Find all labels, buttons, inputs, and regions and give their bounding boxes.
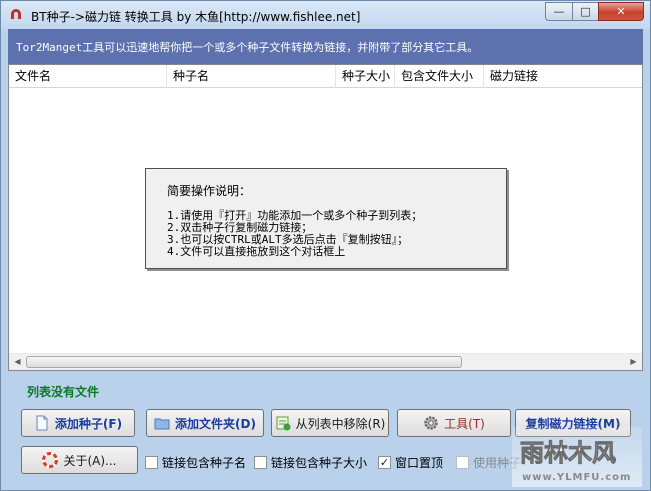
about-button[interactable]: 关于(A)... [21, 446, 138, 474]
add-folder-button[interactable]: 添加文件夹(D) [146, 409, 264, 437]
column-magnet-link[interactable]: 磁力链接 [484, 65, 642, 88]
lifebuoy-icon [42, 452, 59, 468]
svg-text:www.YLMFU.com: www.YLMFU.com [522, 472, 631, 483]
topmost-checkbox[interactable]: ✓ 窗口置顶 [378, 454, 443, 471]
include-size-checkbox[interactable]: 链接包含种子大小 [254, 454, 367, 471]
gear-icon [424, 416, 438, 430]
window-title: BT种子->磁力链 转换工具 by 木鱼[http://www.fishlee.… [31, 10, 361, 24]
folder-icon [154, 418, 170, 430]
add-torrent-label: 添加种子(F) [54, 416, 123, 431]
maximize-button[interactable]: □ [572, 2, 598, 21]
description-banner: Tor2Manget工具可以迅速地帮你把一个或多个种子文件转换为链接，并附带了部… [8, 29, 643, 64]
column-content-size[interactable]: 包含文件大小 [395, 65, 484, 88]
list-header: 文件名 种子名 种子大小 包含文件大小 磁力链接 [9, 65, 642, 88]
scroll-thumb[interactable] [26, 356, 462, 368]
main-window: BT种子->磁力链 转换工具 by 木鱼[http://www.fishlee.… [0, 0, 651, 491]
checkbox-box[interactable] [145, 456, 158, 469]
about-label: 关于(A)... [63, 453, 117, 468]
title-bar[interactable]: BT种子->磁力链 转换工具 by 木鱼[http://www.fishlee.… [1, 1, 650, 29]
tools-label: 工具(T) [444, 416, 485, 431]
description-text: Tor2Manget工具可以迅速地帮你把一个或多个种子文件转换为链接，并附带了部… [16, 41, 479, 54]
remove-label: 从列表中移除(R) [295, 416, 386, 431]
horizontal-scrollbar[interactable]: ◀ ▶ [9, 353, 642, 370]
remove-list-icon [276, 416, 291, 431]
include-name-label: 链接包含种子名 [162, 456, 247, 470]
column-torrent-name[interactable]: 种子名 [167, 65, 336, 88]
include-name-checkbox[interactable]: 链接包含种子名 [145, 454, 246, 471]
checkbox-box[interactable] [254, 456, 267, 469]
checkmark-icon[interactable]: ✓ [378, 456, 391, 469]
scroll-right-icon[interactable]: ▶ [625, 354, 642, 370]
scroll-left-icon[interactable]: ◀ [9, 354, 26, 370]
status-text: 列表没有文件 [27, 385, 100, 399]
remove-from-list-button[interactable]: 从列表中移除(R) [271, 409, 389, 437]
column-file-name[interactable]: 文件名 [9, 65, 167, 88]
magnet-app-icon [11, 9, 21, 21]
svg-text:雨林木风: 雨林木风 [520, 439, 616, 467]
include-size-label: 链接包含种子大小 [271, 456, 368, 470]
tools-button[interactable]: 工具(T) [397, 409, 511, 437]
instruction-line: 4.文件可以直接拖放到这个对话框上 [167, 245, 346, 258]
add-folder-label: 添加文件夹(D) [175, 416, 256, 431]
topmost-label: 窗口置顶 [395, 456, 444, 470]
column-torrent-size[interactable]: 种子大小 [336, 65, 395, 88]
instructions-panel: 简要操作说明： 1.请使用『打开』功能添加一个或多个种子到列表； 2.双击种子行… [145, 168, 507, 269]
close-button[interactable]: ✕ [598, 2, 644, 21]
ylmf-watermark: 雨林木风 www.YLMFU.com [512, 427, 642, 487]
checkbox-box [456, 456, 469, 469]
instructions-title: 简要操作说明： [167, 184, 252, 198]
add-torrent-button[interactable]: 添加种子(F) [21, 409, 135, 437]
watermark-logo-icon: 雨林木风 www.YLMFU.com [512, 427, 642, 487]
window-controls: — □ ✕ [545, 2, 644, 21]
minimize-button[interactable]: — [545, 2, 572, 21]
file-icon [36, 415, 48, 431]
